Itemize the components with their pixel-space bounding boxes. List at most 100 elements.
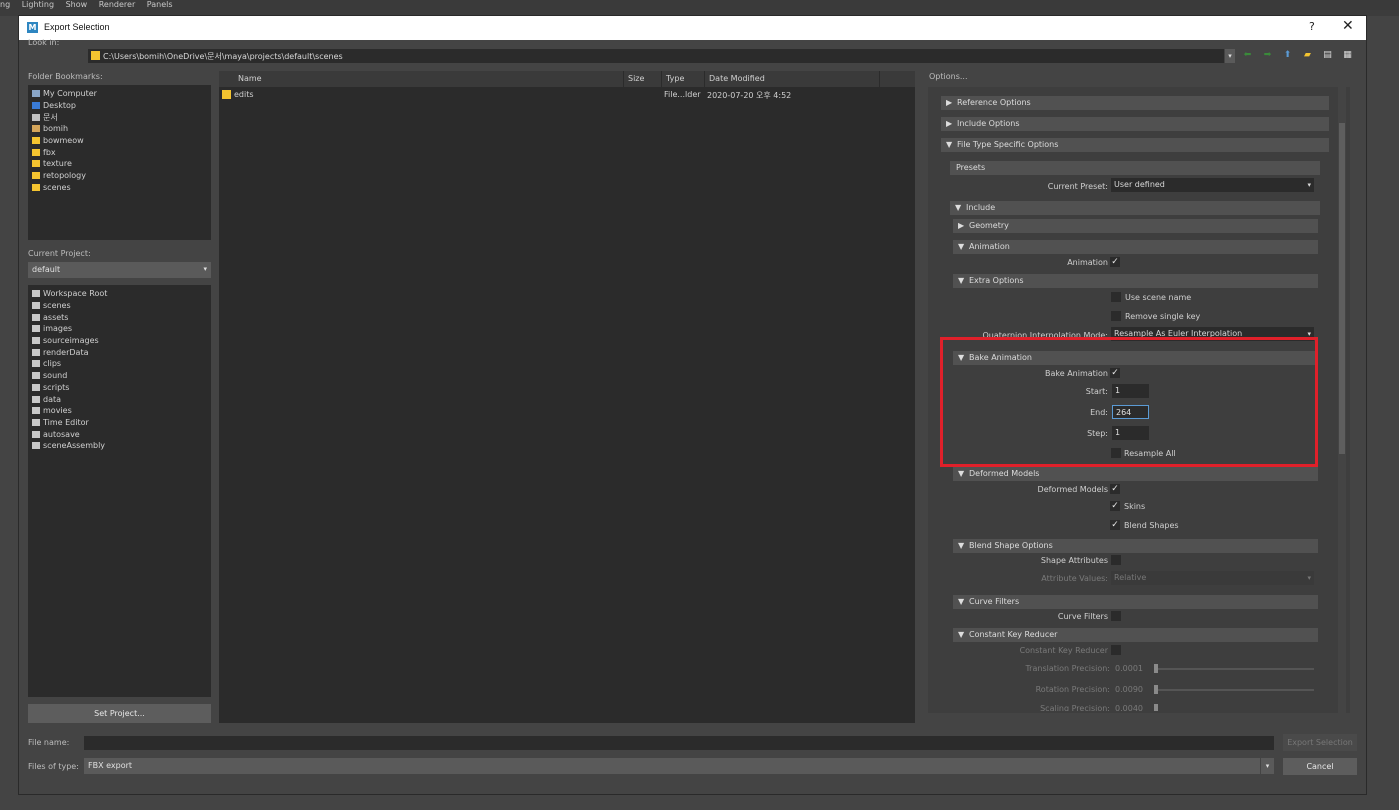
current-preset-dropdown[interactable]: User defined ▾ [1111,178,1314,192]
lookin-dropdown-button[interactable]: ▾ [1225,49,1235,63]
folder-icon [222,90,231,99]
help-button[interactable]: ? [1309,20,1315,33]
menu-item[interactable]: Lighting [22,0,54,9]
cancel-button[interactable]: Cancel [1283,758,1357,775]
menu-item[interactable]: ng [0,0,10,9]
frame-extra-options[interactable]: ▼ Extra Options [953,274,1318,288]
translation-precision-value[interactable]: 0.0001 [1115,664,1143,673]
bookmark-item[interactable]: scenes [32,182,211,194]
forward-arrow-icon[interactable]: ➡ [1262,50,1273,61]
triangle-right-icon: ▶ [946,98,953,107]
detail-view-icon[interactable]: ▦ [1342,50,1353,61]
set-project-button[interactable]: Set Project... [28,704,211,723]
shape-attributes-label: Shape Attributes [1040,556,1108,565]
column-name[interactable]: Name [219,71,624,87]
project-tree-item[interactable]: autosave [32,428,211,440]
use-scene-name-label: Use scene name [1125,293,1192,302]
rotation-precision-value[interactable]: 0.0090 [1115,685,1143,694]
scaling-precision-value[interactable]: 0.0040 [1115,704,1143,711]
triangle-down-icon: ▼ [958,597,965,606]
options-scrollbar[interactable] [1338,87,1346,713]
frame-constant-key-reducer[interactable]: ▼ Constant Key Reducer [953,628,1318,642]
back-arrow-icon[interactable]: ⬅ [1242,50,1253,61]
bookmark-item[interactable]: bowmeow [32,135,211,147]
project-tree-item[interactable]: sourceimages [32,335,211,347]
project-tree-item[interactable]: movies [32,405,211,417]
frame-include[interactable]: ▼ Include [950,201,1320,215]
slider-handle[interactable] [1154,704,1158,711]
project-value: default [32,265,61,274]
frame-deformed-models[interactable]: ▼ Deformed Models [953,467,1318,481]
frame-geometry[interactable]: ▶ Geometry [953,219,1318,233]
rotation-precision-slider[interactable] [1158,689,1314,691]
folder-icon [32,418,40,426]
folder-icon [91,51,100,60]
project-tree-item[interactable]: data [32,393,211,405]
remove-single-key-checkbox[interactable] [1111,311,1121,321]
table-row[interactable]: edits File...lder 2020-07-20 오후 4:52 [219,88,915,101]
project-tree-item[interactable]: clips [32,358,211,370]
filetype-dropdown[interactable]: FBX export [84,758,1260,774]
folder-icon [32,407,40,415]
export-selection-button[interactable]: Export Selection [1283,734,1357,751]
skins-checkbox[interactable]: ✓ [1110,501,1120,511]
chevron-down-icon: ▾ [1307,181,1311,189]
attribute-values-label: Attribute Values: [1041,574,1108,583]
frame-blend-shape-options[interactable]: ▼ Blend Shape Options [953,539,1318,553]
new-folder-icon[interactable]: ▰ [1302,50,1313,61]
frame-file-type-options[interactable]: ▼ File Type Specific Options [941,138,1329,152]
bookmark-item[interactable]: 문서 [32,111,211,123]
folder-icon [32,337,40,345]
chevron-down-icon: ▾ [1307,574,1311,582]
project-tree-item[interactable]: scripts [32,382,211,394]
project-tree-item[interactable]: Workspace Root [32,288,211,300]
project-tree-item[interactable]: sceneAssembly [32,440,211,452]
menu-item[interactable]: Panels [147,0,173,9]
deformed-models-checkbox[interactable]: ✓ [1110,484,1120,494]
project-tree-item[interactable]: Time Editor [32,417,211,429]
bookmark-item[interactable]: bomih [32,123,211,135]
bookmarks-list: My Computer Desktop 문서 bomih bowmeow fbx… [28,85,211,240]
column-size[interactable]: Size [624,71,662,87]
bookmark-item[interactable]: My Computer [32,88,211,100]
frame-include-options[interactable]: ▶ Include Options [941,117,1329,131]
slider-handle[interactable] [1154,685,1158,694]
column-date-modified[interactable]: Date Modified [705,71,880,87]
project-tree-item[interactable]: sound [32,370,211,382]
project-tree-item[interactable]: scenes [32,300,211,312]
scrollbar-thumb[interactable] [1339,123,1345,454]
close-button[interactable]: ✕ [1342,18,1354,34]
file-list-header: Name Size Type Date Modified [219,71,915,87]
bookmark-item[interactable]: fbx [32,146,211,158]
project-tree-item[interactable]: images [32,323,211,335]
filename-input[interactable] [84,736,1274,750]
attribute-values-dropdown[interactable]: Relative ▾ [1111,571,1314,585]
slider-handle[interactable] [1154,664,1158,673]
project-tree-item[interactable]: assets [32,311,211,323]
list-view-icon[interactable]: ▤ [1322,50,1333,61]
frame-curve-filters[interactable]: ▼ Curve Filters [953,595,1318,609]
bookmark-item[interactable]: retopology [32,170,211,182]
translation-precision-slider[interactable] [1158,668,1314,670]
frame-reference-options[interactable]: ▶ Reference Options [941,96,1329,110]
shape-attributes-checkbox[interactable] [1111,555,1121,565]
chevron-down-icon[interactable]: ▾ [1261,758,1274,774]
constant-key-reducer-checkbox[interactable] [1111,645,1121,655]
menu-item[interactable]: Renderer [99,0,136,9]
folder-icon [32,137,40,145]
use-scene-name-checkbox[interactable] [1111,292,1121,302]
project-dropdown[interactable]: default ▾ [28,262,211,278]
menu-item[interactable]: Show [66,0,88,9]
frame-animation[interactable]: ▼ Animation [953,240,1318,254]
blend-shapes-checkbox[interactable]: ✓ [1110,520,1120,530]
column-type[interactable]: Type [662,71,705,87]
folder-icon [32,395,40,403]
up-folder-icon[interactable]: ⬆ [1282,50,1293,61]
project-tree-item[interactable]: renderData [32,346,211,358]
lookin-field[interactable]: C:\Users\bomih\OneDrive\문서\maya\projects… [88,49,1224,63]
bookmark-item[interactable]: Desktop [32,100,211,112]
curve-filters-checkbox[interactable] [1111,611,1121,621]
animation-checkbox[interactable]: ✓ [1110,257,1120,267]
folder-icon [32,302,40,310]
bookmark-item[interactable]: texture [32,158,211,170]
